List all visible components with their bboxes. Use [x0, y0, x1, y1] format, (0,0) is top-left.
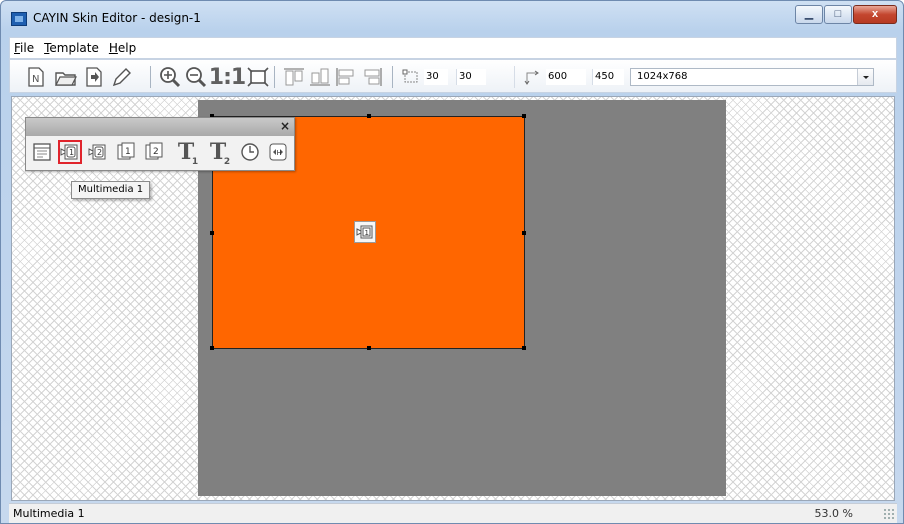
resize-handle[interactable] [522, 231, 526, 235]
multimedia-1-icon[interactable]: 1 [58, 140, 82, 164]
toolbar-separator [514, 66, 515, 88]
tool-palette: × 1 2 1 2 T1 T2 H [25, 117, 295, 171]
resize-handle[interactable] [210, 346, 214, 350]
svg-text:2: 2 [153, 147, 159, 157]
align-bottom-icon[interactable] [308, 65, 332, 89]
close-button[interactable]: x [853, 5, 897, 24]
web-icon[interactable]: H [266, 140, 290, 164]
align-top-icon[interactable] [282, 65, 306, 89]
position-x-field[interactable]: 30 [424, 69, 448, 85]
window-controls: ▁ □ x [794, 5, 897, 24]
menu-template[interactable]: Template [44, 41, 99, 55]
toolbar-separator [392, 66, 393, 88]
align-left-icon[interactable] [334, 65, 358, 89]
open-icon[interactable] [54, 65, 78, 89]
menu-help-accel: H [108, 41, 118, 55]
clock-icon[interactable] [238, 140, 262, 164]
svg-text:H: H [277, 149, 282, 157]
save-icon[interactable] [84, 65, 104, 89]
toolbar: N 1:1 30 30 600 450 1024x768 [9, 59, 897, 93]
resolution-select[interactable]: 1024x768 [630, 68, 874, 86]
chevron-down-icon[interactable] [857, 69, 873, 85]
width-field[interactable]: 600 [546, 69, 586, 85]
palette-title-bar[interactable]: × [26, 118, 294, 136]
zoom-out-icon[interactable] [184, 65, 208, 89]
position-y-field[interactable]: 30 [456, 69, 486, 85]
height-field[interactable]: 450 [592, 69, 624, 85]
zoom-level: 53.0 % [814, 507, 853, 520]
app-window: CAYIN Skin Editor - design-1 ▁ □ x File … [0, 0, 904, 524]
resolution-value: 1024x768 [637, 71, 688, 82]
edit-icon[interactable] [110, 65, 134, 89]
svg-text:1: 1 [69, 148, 74, 157]
svg-text:1: 1 [125, 147, 131, 157]
title-bar[interactable]: CAYIN Skin Editor - design-1 ▁ □ x [1, 1, 903, 35]
text-1-sub: 1 [191, 157, 199, 167]
multimedia-2-icon[interactable]: 2 [86, 140, 110, 164]
image-1-icon[interactable]: 1 [114, 140, 138, 164]
resize-handle[interactable] [367, 346, 371, 350]
fit-icon[interactable] [246, 65, 270, 89]
minimize-button[interactable]: ▁ [795, 5, 823, 24]
maximize-button[interactable]: □ [824, 5, 852, 24]
align-right-icon[interactable] [360, 65, 384, 89]
text-1-glyph: T1 [178, 141, 198, 167]
menu-file-label: ile [20, 41, 35, 55]
menu-bar: File Template Help [9, 37, 897, 59]
window-title: CAYIN Skin Editor - design-1 [33, 11, 201, 25]
tooltip: Multimedia 1 [71, 181, 151, 199]
toolbar-separator [150, 66, 151, 88]
svg-text:2: 2 [97, 148, 102, 157]
text-2-glyph: T2 [210, 141, 230, 167]
resize-handle[interactable] [210, 231, 214, 235]
resize-handle[interactable] [522, 114, 526, 118]
menu-file[interactable]: File [14, 41, 34, 55]
resize-handle[interactable] [367, 114, 371, 118]
svg-text:1: 1 [365, 229, 369, 237]
status-bar: Multimedia 1 53.0 % [9, 503, 897, 523]
svg-text:N: N [32, 74, 39, 85]
menu-template-label: emplate [49, 41, 99, 55]
zoom-in-icon[interactable] [158, 65, 182, 89]
actual-size-icon[interactable]: 1:1 [208, 64, 246, 90]
menu-help[interactable]: Help [109, 41, 136, 55]
text-2-sub: 2 [223, 157, 231, 167]
menu-help-label: elp [117, 41, 137, 55]
palette-close-icon[interactable]: × [280, 119, 290, 133]
actual-size-label: 1:1 [208, 64, 246, 90]
size-icon [522, 65, 544, 89]
image-2-icon[interactable]: 2 [142, 140, 166, 164]
toolbar-separator [274, 66, 275, 88]
resize-grip-icon[interactable] [883, 508, 895, 520]
background-icon[interactable] [30, 140, 54, 164]
status-text: Multimedia 1 [13, 507, 85, 520]
resize-handle[interactable] [522, 346, 526, 350]
text-1-icon[interactable]: T1 [172, 140, 200, 167]
text-2-icon[interactable]: T2 [204, 140, 232, 167]
app-icon [11, 12, 27, 26]
multimedia-1-icon: 1 [354, 221, 376, 243]
position-icon [400, 65, 422, 89]
new-icon[interactable]: N [26, 65, 46, 89]
